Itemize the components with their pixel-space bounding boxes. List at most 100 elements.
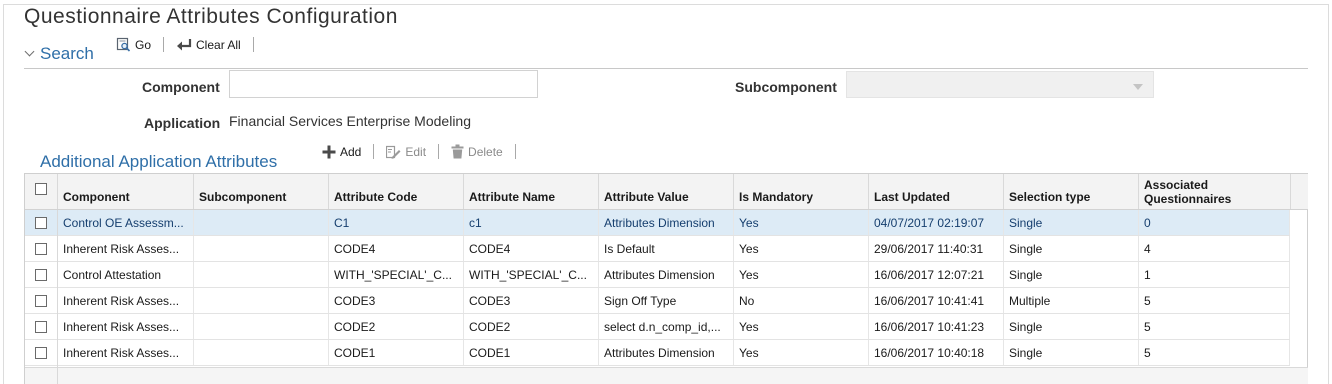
row-checkbox[interactable]	[35, 294, 47, 307]
column-header-selection-type[interactable]: Selection type	[1004, 174, 1139, 209]
cell-associated-questionnaires: 5	[1139, 288, 1290, 313]
table-row[interactable]: Control OE Assessm... C1 c1 Attributes D…	[25, 210, 1290, 236]
section-title: Additional Application Attributes	[40, 152, 278, 171]
cell-selection-type: Single	[1004, 210, 1139, 235]
cell-associated-questionnaires: 4	[1139, 236, 1290, 261]
cell-attribute-value: Sign Off Type	[599, 288, 734, 313]
column-header-is-mandatory[interactable]: Is Mandatory	[734, 174, 869, 209]
cell-attribute-value: Attributes Dimension	[599, 340, 734, 365]
application-label: Application	[144, 115, 221, 131]
table-row[interactable]: Inherent Risk Asses... CODE1 CODE1 Attri…	[25, 340, 1290, 366]
row-select-cell	[25, 210, 58, 235]
add-label: Add	[340, 144, 362, 159]
cell-attribute-value: Is Default	[599, 236, 734, 261]
edit-button[interactable]: Edit	[380, 145, 432, 159]
cell-last-updated: 29/06/2017 11:40:31	[869, 236, 1004, 261]
cell-is-mandatory: Yes	[734, 314, 869, 339]
caret-down-icon	[1133, 84, 1143, 90]
undo-arrow-icon	[177, 38, 192, 50]
column-header-associated-questionnaires[interactable]: Associated Questionnaires	[1139, 174, 1291, 209]
toolbar-separator	[514, 144, 516, 159]
column-header-attribute-name[interactable]: Attribute Name	[464, 174, 599, 209]
row-checkbox[interactable]	[35, 346, 47, 359]
row-select-cell	[25, 236, 58, 261]
cell-attribute-name: CODE3	[464, 288, 599, 313]
cell-subcomponent	[194, 340, 329, 365]
cell-associated-questionnaires: 0	[1139, 210, 1290, 235]
toolbar-separator	[438, 144, 440, 159]
cell-attribute-name: CODE1	[464, 340, 599, 365]
row-select-cell	[25, 288, 58, 313]
cell-attribute-value: select d.n_comp_id,...	[599, 314, 734, 339]
go-button[interactable]: Go	[110, 37, 157, 52]
row-checkbox[interactable]	[35, 216, 47, 229]
cell-selection-type: Multiple	[1004, 288, 1139, 313]
cell-selection-type: Single	[1004, 236, 1139, 261]
cell-selection-type: Single	[1004, 262, 1139, 287]
column-divider	[57, 210, 58, 384]
row-checkbox[interactable]	[35, 320, 47, 333]
toolbar-separator	[163, 37, 165, 52]
row-select-cell	[25, 340, 58, 365]
cell-component: Control Attestation	[58, 262, 194, 287]
search-go-icon	[116, 37, 131, 52]
component-label: Component	[142, 79, 220, 95]
toolbar-separator	[252, 37, 254, 52]
attributes-table: Component Subcomponent Attribute Code At…	[24, 173, 1308, 384]
page-title: Questionnaire Attributes Configuration	[24, 5, 398, 28]
cell-last-updated: 16/06/2017 12:07:21	[869, 262, 1004, 287]
subcomponent-label: Subcomponent	[735, 79, 837, 95]
cell-attribute-value: Attributes Dimension	[599, 262, 734, 287]
toolbar-separator	[373, 144, 375, 159]
row-select-cell	[25, 314, 58, 339]
row-checkbox[interactable]	[35, 242, 47, 255]
cell-attribute-value: Attributes Dimension	[599, 210, 734, 235]
plus-icon	[322, 145, 336, 158]
search-toolbar: Go Clear All	[110, 37, 260, 52]
delete-label: Delete	[468, 144, 503, 159]
table-row[interactable]: Inherent Risk Asses... CODE3 CODE3 Sign …	[25, 288, 1290, 314]
add-button[interactable]: Add	[316, 145, 367, 159]
subcomponent-select[interactable]	[846, 71, 1154, 98]
cell-associated-questionnaires: 5	[1139, 314, 1290, 339]
cell-is-mandatory: Yes	[734, 340, 869, 365]
column-header-attribute-value[interactable]: Attribute Value	[599, 174, 734, 209]
column-header-attribute-code[interactable]: Attribute Code	[329, 174, 464, 209]
cell-attribute-code: CODE2	[329, 314, 464, 339]
cell-selection-type: Single	[1004, 314, 1139, 339]
cell-attribute-code: CODE4	[329, 236, 464, 261]
row-checkbox[interactable]	[35, 268, 47, 281]
cell-attribute-code: CODE1	[329, 340, 464, 365]
delete-button[interactable]: Delete	[445, 144, 509, 159]
cell-selection-type: Single	[1004, 340, 1139, 365]
chevron-down-icon	[24, 46, 35, 56]
cell-attribute-name: CODE4	[464, 236, 599, 261]
clear-all-button[interactable]: Clear All	[170, 38, 247, 52]
table-row[interactable]: Inherent Risk Asses... CODE2 CODE2 selec…	[25, 314, 1290, 340]
edit-label: Edit	[405, 144, 427, 159]
table-row[interactable]: Control Attestation WITH_'SPECIAL'_C... …	[25, 262, 1290, 288]
cell-last-updated: 16/06/2017 10:41:23	[869, 314, 1004, 339]
cell-is-mandatory: Yes	[734, 210, 869, 235]
table-footer	[25, 367, 1308, 384]
select-all-cell	[25, 174, 58, 209]
column-header-last-updated[interactable]: Last Updated	[869, 174, 1004, 209]
cell-component: Control OE Assessm...	[58, 210, 194, 235]
cell-subcomponent	[194, 314, 329, 339]
cell-attribute-name: WITH_'SPECIAL'_C...	[464, 262, 599, 287]
search-divider	[24, 68, 1308, 69]
cell-subcomponent	[194, 288, 329, 313]
search-section-toggle[interactable]: Search	[24, 44, 94, 64]
go-label: Go	[135, 37, 152, 52]
row-select-cell	[25, 262, 58, 287]
column-header-component[interactable]: Component	[58, 174, 194, 209]
table-row[interactable]: Inherent Risk Asses... CODE4 CODE4 Is De…	[25, 236, 1290, 262]
grid-toolbar: Add Edit Delete	[316, 144, 522, 159]
cell-attribute-code: CODE3	[329, 288, 464, 313]
component-input[interactable]	[229, 70, 538, 98]
search-header[interactable]: Search	[24, 44, 94, 64]
column-header-subcomponent[interactable]: Subcomponent	[194, 174, 329, 209]
clear-all-label: Clear All	[196, 37, 241, 52]
cell-last-updated: 16/06/2017 10:41:41	[869, 288, 1004, 313]
select-all-checkbox[interactable]	[35, 183, 47, 195]
